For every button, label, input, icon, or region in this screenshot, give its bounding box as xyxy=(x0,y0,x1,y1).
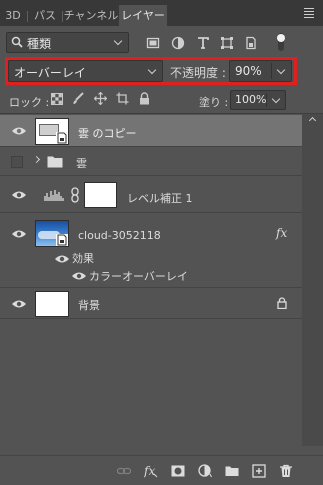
lock-all-icon[interactable] xyxy=(139,92,150,105)
layer-name: レベル補正 1 xyxy=(127,192,193,205)
lock-transparent-pixels-icon[interactable] xyxy=(51,93,63,105)
adjustment-layer-filter-icon[interactable] xyxy=(171,36,185,50)
new-adjustment-layer-icon[interactable] xyxy=(198,464,212,478)
layer-row-cloud-group[interactable]: 雲 xyxy=(0,148,302,176)
mask-link-icon[interactable] xyxy=(71,187,79,203)
levels-histogram-icon xyxy=(44,190,64,201)
new-group-icon[interactable] xyxy=(225,464,239,478)
add-mask-icon[interactable] xyxy=(171,464,185,478)
panel-tab-bar: 3D パス チャンネル レイヤー xyxy=(0,0,323,26)
layer-thumbnail xyxy=(35,220,69,247)
visibility-checkbox[interactable] xyxy=(11,156,23,168)
tab-separator xyxy=(27,11,28,22)
tab-3d[interactable]: 3D xyxy=(0,6,26,26)
type-layer-filter-icon[interactable] xyxy=(196,36,210,50)
effects-visibility-eye-icon[interactable] xyxy=(54,254,70,264)
visibility-eye-icon[interactable] xyxy=(11,299,27,309)
folder-icon xyxy=(47,156,63,168)
layer-thumbnail xyxy=(35,291,69,317)
link-layers-icon[interactable] xyxy=(117,464,131,478)
panel-menu-icon[interactable] xyxy=(301,4,317,20)
fill-label: 塗り : xyxy=(199,96,229,109)
lock-image-pixels-icon[interactable] xyxy=(72,92,85,105)
lock-position-icon[interactable] xyxy=(94,92,107,105)
layer-mask-thumbnail[interactable] xyxy=(84,182,117,208)
scroll-up-icon[interactable] xyxy=(308,116,317,125)
shape-layer-filter-icon[interactable] xyxy=(220,36,234,50)
pixel-layer-filter-icon[interactable] xyxy=(146,36,160,50)
layer-row-levels[interactable]: レベル補正 1 xyxy=(0,177,302,213)
prevent-auto-nesting-icon[interactable] xyxy=(116,92,129,105)
layer-name: cloud-3052118 xyxy=(78,229,161,242)
layer-name: 雲 xyxy=(76,157,87,170)
layer-name: 背景 xyxy=(78,299,100,312)
layer-effects-badge[interactable]: fx xyxy=(276,226,287,240)
tab-layers[interactable]: レイヤー xyxy=(119,5,167,26)
chevron-down-icon xyxy=(113,36,123,46)
visibility-eye-icon[interactable] xyxy=(11,229,27,239)
layers-bottom-toolbar: fx xyxy=(0,455,323,485)
smart-object-filter-icon[interactable] xyxy=(244,36,258,50)
delete-layer-icon[interactable] xyxy=(279,464,293,478)
search-icon xyxy=(11,36,23,48)
field-divider xyxy=(266,93,267,107)
chevron-down-icon[interactable] xyxy=(271,94,281,104)
expand-chevron-icon[interactable] xyxy=(32,155,41,164)
svg-text:fx: fx xyxy=(144,464,155,478)
lock-icon[interactable] xyxy=(277,297,287,309)
layer-row-cloud-copy[interactable]: 雲 のコピー xyxy=(0,115,302,147)
filter-kind-select[interactable]: 種類 xyxy=(6,32,129,53)
layer-thumbnail xyxy=(35,118,69,145)
filter-toggle-icon[interactable] xyxy=(275,32,287,52)
filter-kind-label: 種類 xyxy=(27,37,52,51)
effect-color-overlay[interactable]: カラーオーバーレイ xyxy=(89,268,188,284)
layer-row-background[interactable]: 背景 xyxy=(0,289,302,319)
tab-channels[interactable]: チャンネル xyxy=(63,6,119,26)
fill-field[interactable]: 100% xyxy=(230,90,286,110)
smart-object-icon xyxy=(56,132,68,144)
new-layer-icon[interactable] xyxy=(252,464,266,478)
layer-row-cloud-image[interactable]: cloud-3052118 fx 効果 カラーオーバーレイ xyxy=(0,214,302,288)
smart-object-icon xyxy=(56,234,68,246)
fill-value: 100% xyxy=(235,93,267,106)
tab-paths[interactable]: パス xyxy=(29,6,61,26)
effects-label: 効果 xyxy=(72,252,94,265)
highlight-frame xyxy=(5,57,297,85)
visibility-eye-icon[interactable] xyxy=(11,190,27,200)
lock-label: ロック : xyxy=(9,96,50,109)
add-layer-style-icon[interactable]: fx xyxy=(144,464,158,478)
effect-visibility-eye-icon[interactable] xyxy=(71,271,87,281)
visibility-eye-icon[interactable] xyxy=(11,126,27,136)
divider xyxy=(0,113,323,114)
layers-scrollbar[interactable] xyxy=(302,114,323,446)
layer-name: 雲 のコピー xyxy=(78,127,137,140)
